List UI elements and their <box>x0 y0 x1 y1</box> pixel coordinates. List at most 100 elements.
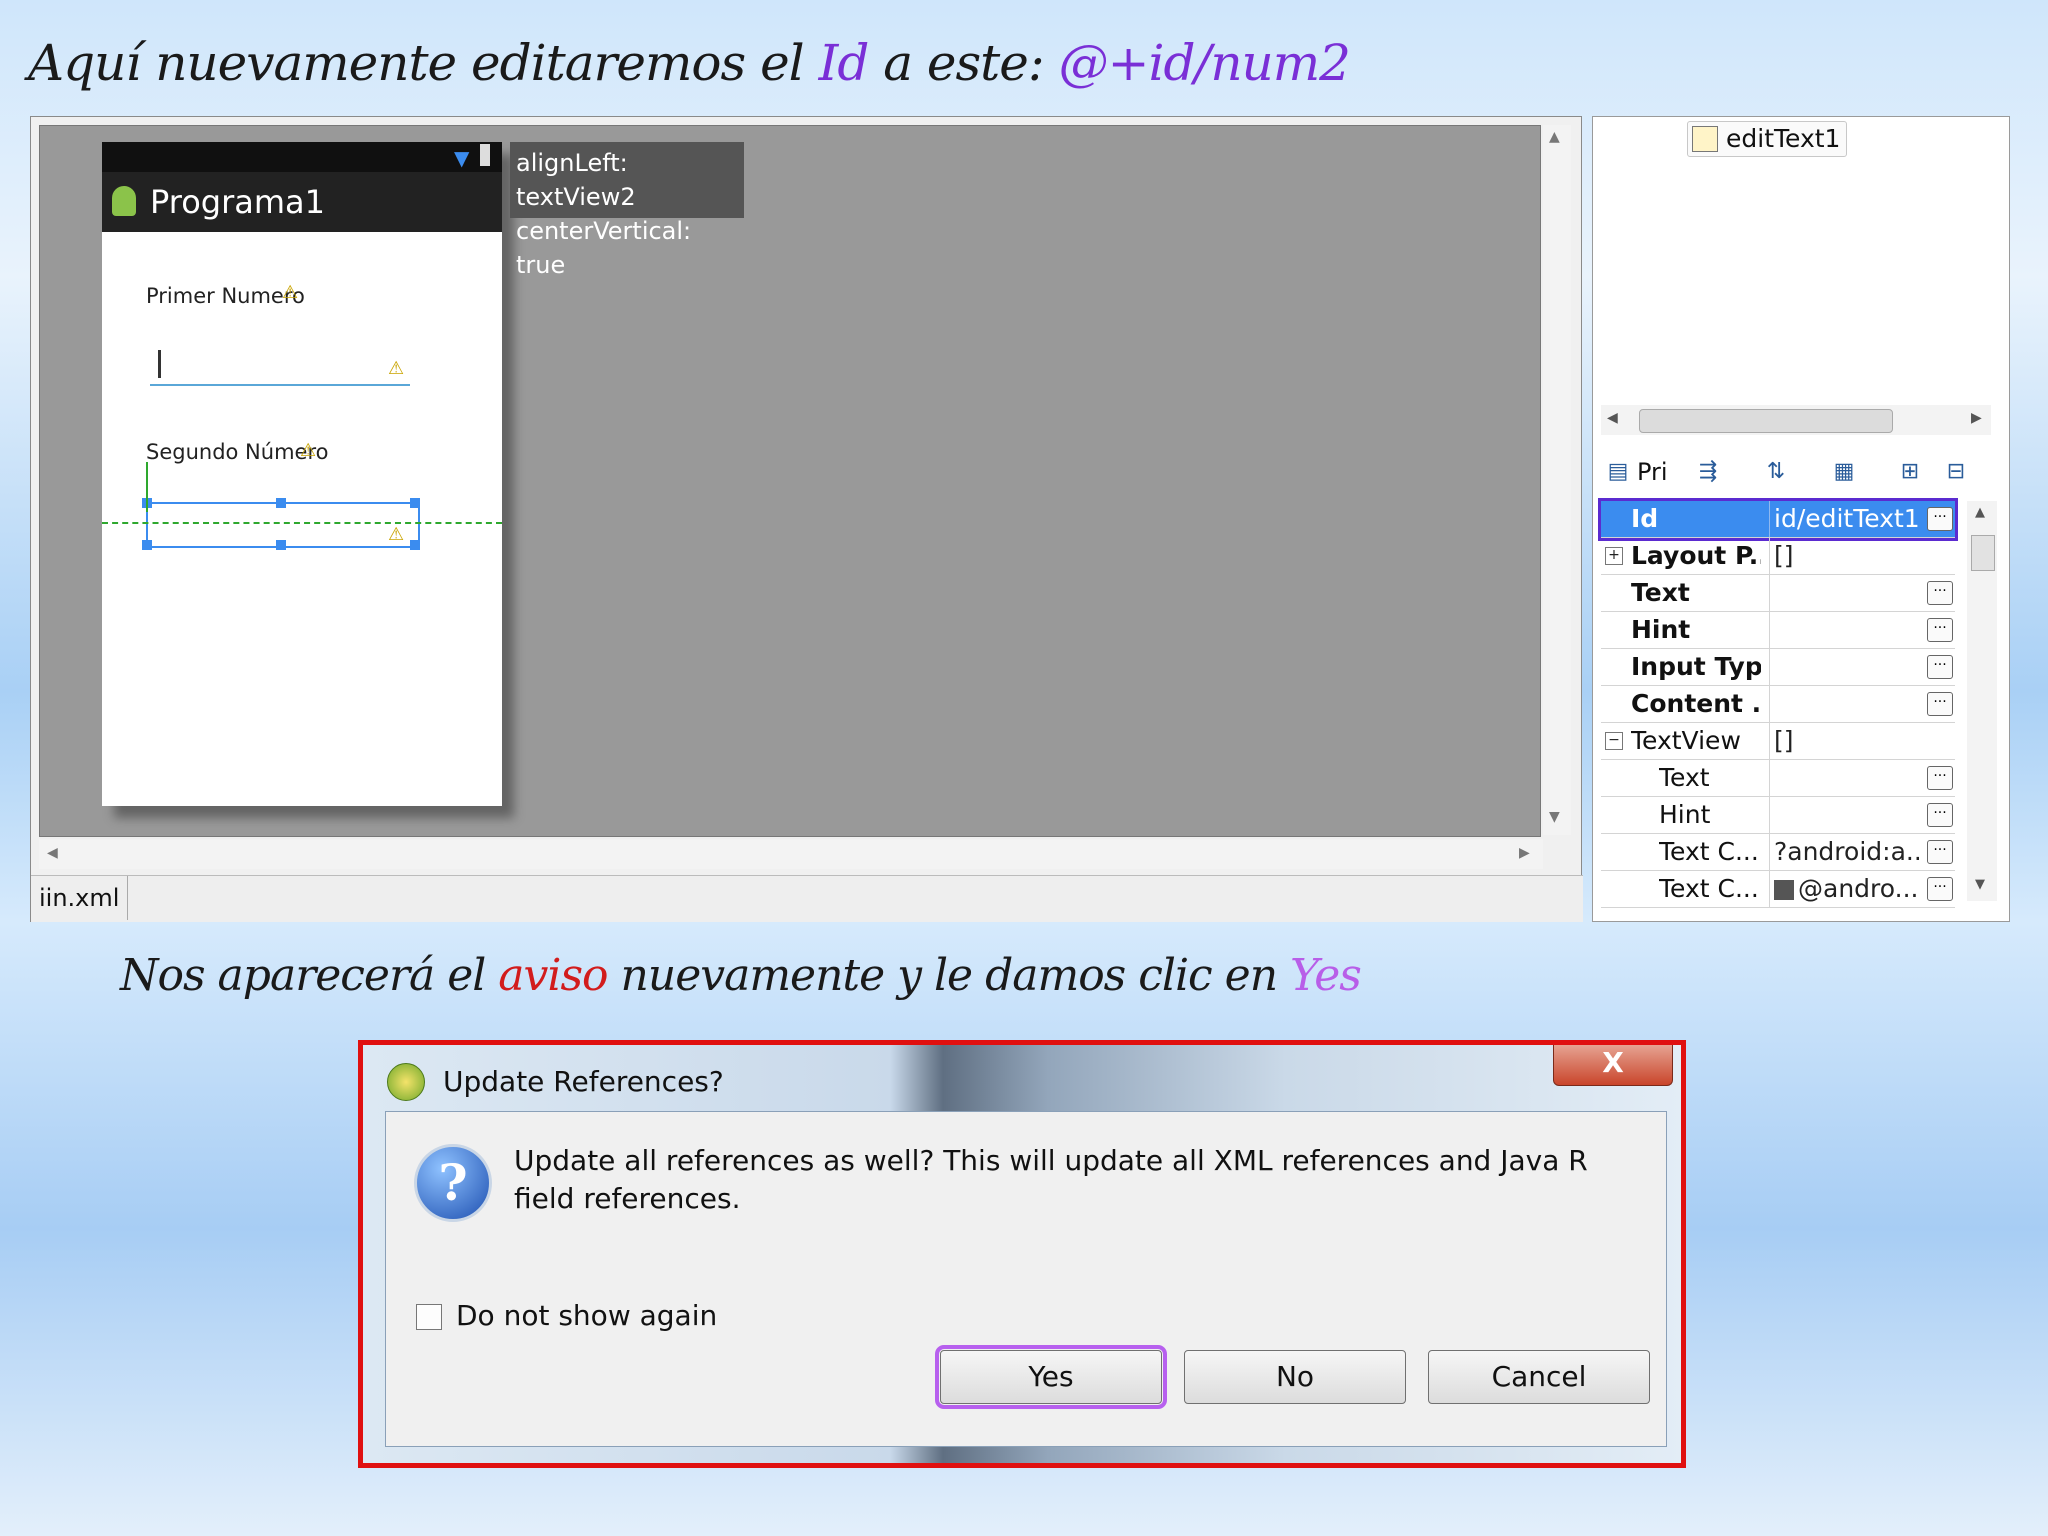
property-row[interactable]: Content ... ··· <box>1601 686 1955 723</box>
resize-handle[interactable] <box>410 540 420 550</box>
property-key: TextView <box>1631 726 1741 755</box>
property-value-text: ?android:a... <box>1774 837 1919 866</box>
property-value-text: @andro... <box>1798 874 1919 903</box>
dialog-message: Update all references as well? This will… <box>514 1144 1588 1215</box>
advanced-icon[interactable]: ▦ <box>1829 457 1859 487</box>
property-value[interactable] <box>1769 575 1919 611</box>
property-value[interactable]: @andro... <box>1769 871 1919 907</box>
resize-handle[interactable] <box>276 498 286 508</box>
property-key: Input Type <box>1631 652 1761 681</box>
property-row[interactable]: Text C... @andro... ··· <box>1601 871 1955 908</box>
do-not-show-again-option[interactable]: Do not show again <box>416 1298 717 1334</box>
property-value[interactable]: ?android:a... <box>1769 834 1919 870</box>
outline-hscrollbar[interactable]: ◀ ▶ <box>1601 405 1991 435</box>
alignment-tooltip: alignLeft: textView2 centerVertical: tru… <box>510 142 744 279</box>
property-row[interactable]: Id id/editText1 ··· <box>1598 498 1958 541</box>
property-value[interactable] <box>1769 612 1919 648</box>
status-bar: ▼ <box>102 142 502 172</box>
scroll-thumb[interactable] <box>1639 409 1893 433</box>
outline-node-edittext1[interactable]: editText1 <box>1687 121 1848 157</box>
horizontal-scrollbar[interactable]: ◀ ▶ <box>39 839 1543 869</box>
expand-icon[interactable]: + <box>1605 547 1623 565</box>
scroll-up-icon[interactable]: ▲ <box>1975 505 1985 520</box>
property-row[interactable]: Hint ··· <box>1601 612 1955 649</box>
layout-editor: ▼ Programa1 Primer Numero ⚠ ⚠ Segundo Nú… <box>30 116 1583 922</box>
center-vertical-guide <box>102 522 502 524</box>
filter-icon[interactable]: ⇶ <box>1693 457 1723 487</box>
android-icon <box>112 186 136 216</box>
scroll-up-icon[interactable]: ▲ <box>1549 129 1560 145</box>
warning-icon: ⚠ <box>388 358 405 379</box>
collapse-icon[interactable]: − <box>1605 732 1623 750</box>
property-row[interactable]: Hint ··· <box>1601 797 1955 834</box>
page-heading: Aquí nuevamente editaremos el Id a este:… <box>28 34 1351 92</box>
property-row[interactable]: Text C... ?android:a... ··· <box>1601 834 1955 871</box>
resize-handle[interactable] <box>410 498 420 508</box>
property-value[interactable] <box>1769 760 1919 796</box>
scroll-left-icon[interactable]: ◀ <box>1607 410 1618 426</box>
property-key: Id <box>1631 504 1659 533</box>
scroll-down-icon[interactable]: ▼ <box>1549 809 1560 825</box>
scroll-left-icon[interactable]: ◀ <box>47 845 58 861</box>
property-row[interactable]: − TextView [] <box>1601 723 1955 760</box>
property-value[interactable] <box>1769 686 1919 722</box>
property-value[interactable]: id/editText1 <box>1769 501 1919 537</box>
scroll-thumb[interactable] <box>1971 535 1995 571</box>
resize-handle[interactable] <box>142 540 152 550</box>
property-row[interactable]: Text ··· <box>1601 760 1955 797</box>
outline-node-label: editText1 <box>1726 124 1841 153</box>
resize-handle[interactable] <box>276 540 286 550</box>
collapse-all-icon[interactable]: ⊟ <box>1941 457 1971 487</box>
ellipsis-button[interactable]: ··· <box>1927 507 1953 531</box>
phone-preview: ▼ Programa1 Primer Numero ⚠ ⚠ Segundo Nú… <box>102 142 502 806</box>
warning-icon: ⚠ <box>300 440 317 461</box>
property-value-text: [] <box>1774 541 1794 570</box>
property-vscrollbar[interactable]: ▲ ▼ <box>1967 501 1997 901</box>
ellipsis-button[interactable]: ··· <box>1927 655 1953 679</box>
property-value[interactable]: [] <box>1769 538 1919 574</box>
cancel-button[interactable]: Cancel <box>1428 1350 1650 1404</box>
ellipsis-button[interactable]: ··· <box>1927 803 1953 827</box>
warning-icon: ⚠ <box>388 524 405 545</box>
property-row[interactable]: Text ··· <box>1601 575 1955 612</box>
vertical-scrollbar[interactable]: ▲ ▼ <box>1543 125 1571 835</box>
edittext-icon <box>1692 126 1718 152</box>
ellipsis-button[interactable]: ··· <box>1927 766 1953 790</box>
expand-all-icon[interactable]: ⊞ <box>1895 457 1925 487</box>
update-references-dialog: Update References? X ? Update all refere… <box>358 1040 1686 1468</box>
property-value[interactable]: [] <box>1769 723 1919 759</box>
edittext-num1[interactable] <box>150 348 410 386</box>
tooltip-line: centerVertical: true <box>516 217 692 279</box>
tooltip-line: alignLeft: textView2 <box>516 149 636 211</box>
page-subheading: Nos aparecerá el aviso nuevamente y le d… <box>120 950 1362 1001</box>
action-bar: Programa1 <box>102 172 502 232</box>
no-button[interactable]: No <box>1184 1350 1406 1404</box>
dialog-title: Update References? <box>443 1065 724 1098</box>
warning-icon: ⚠ <box>282 282 299 303</box>
property-row[interactable]: Input Type ··· <box>1601 649 1955 686</box>
properties-toolbar-label: Pri <box>1637 458 1668 486</box>
ellipsis-button[interactable]: ··· <box>1927 581 1953 605</box>
do-not-show-again-checkbox[interactable] <box>416 1304 442 1330</box>
scroll-down-icon[interactable]: ▼ <box>1975 877 1985 892</box>
categories-icon[interactable]: ▤ <box>1603 457 1633 487</box>
color-swatch <box>1774 880 1794 900</box>
align-left-guide <box>146 462 148 512</box>
property-key: Content ... <box>1631 689 1761 718</box>
sort-az-icon[interactable]: ⇅ <box>1761 457 1791 487</box>
scroll-right-icon[interactable]: ▶ <box>1519 845 1530 861</box>
property-value-text: id/editText1 <box>1774 504 1919 533</box>
close-button[interactable]: X <box>1553 1045 1673 1086</box>
property-value[interactable] <box>1769 797 1919 833</box>
ellipsis-button[interactable]: ··· <box>1927 692 1953 716</box>
ellipsis-button[interactable]: ··· <box>1927 877 1953 901</box>
yes-button[interactable]: Yes <box>935 1345 1167 1409</box>
ellipsis-button[interactable]: ··· <box>1927 840 1953 864</box>
property-row[interactable]: + Layout P... [] <box>1601 538 1955 575</box>
ellipsis-button[interactable]: ··· <box>1927 618 1953 642</box>
editor-tab-bar: iin.xml <box>31 875 1583 922</box>
scroll-right-icon[interactable]: ▶ <box>1971 410 1982 426</box>
property-value[interactable] <box>1769 649 1919 685</box>
design-canvas[interactable]: ▼ Programa1 Primer Numero ⚠ ⚠ Segundo Nú… <box>39 125 1541 837</box>
tab-main-xml[interactable]: iin.xml <box>31 876 129 920</box>
